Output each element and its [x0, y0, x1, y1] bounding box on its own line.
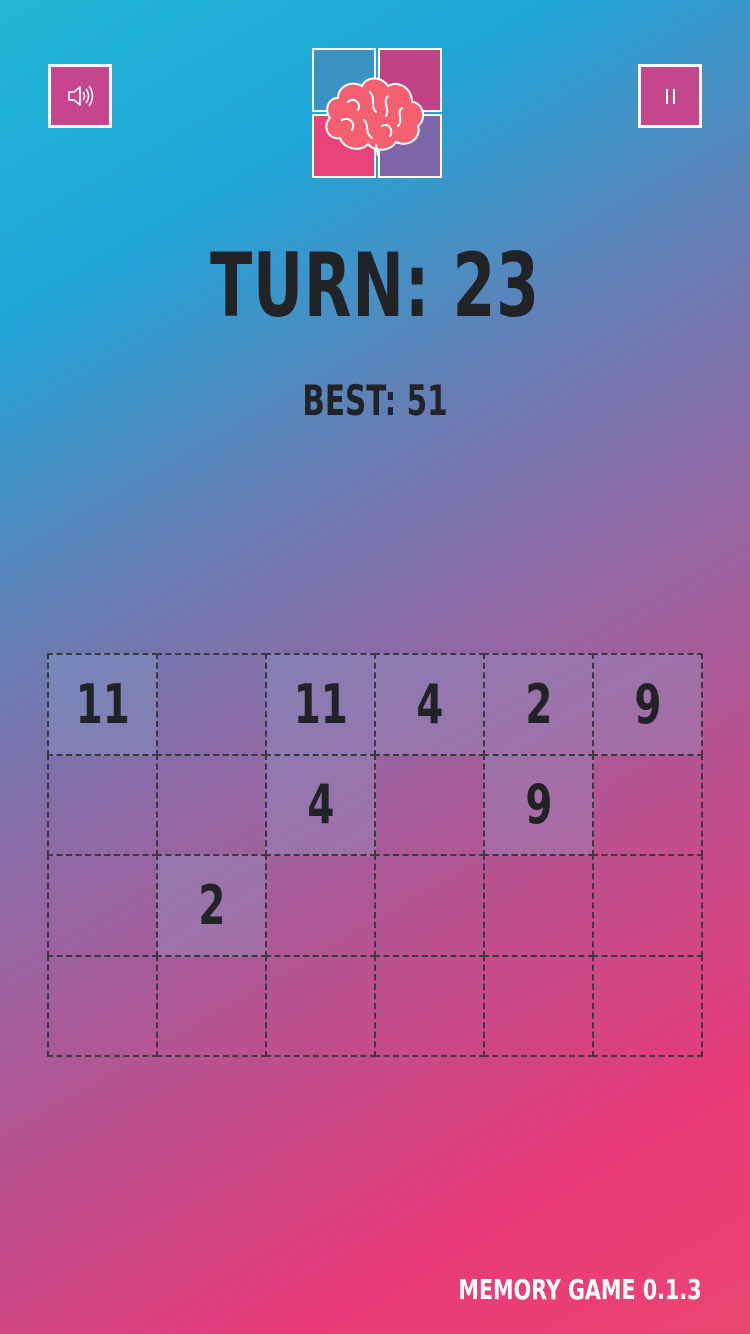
card-value: 2 [524, 672, 553, 736]
card-value: 11 [75, 672, 130, 736]
card-cell[interactable] [592, 753, 703, 856]
pause-icon [665, 88, 675, 104]
card-cell[interactable] [483, 954, 594, 1057]
best-score: BEST: 51 [302, 376, 448, 425]
card-cell[interactable]: 9 [483, 753, 594, 856]
card-cell[interactable]: 11 [47, 653, 158, 756]
card-value: 9 [524, 773, 553, 837]
card-cell[interactable] [156, 954, 267, 1057]
turn-counter: TURN: 23 [210, 234, 540, 337]
card-cell[interactable]: 9 [592, 653, 703, 756]
card-cell[interactable] [156, 653, 267, 756]
card-cell[interactable] [47, 753, 158, 856]
card-cell[interactable]: 2 [483, 653, 594, 756]
card-cell[interactable] [374, 854, 485, 957]
card-value: 4 [415, 672, 444, 736]
card-cell[interactable]: 2 [156, 854, 267, 957]
card-value: 11 [293, 672, 348, 736]
card-cell[interactable] [47, 854, 158, 957]
card-cell[interactable]: 4 [374, 653, 485, 756]
card-cell[interactable] [592, 854, 703, 957]
card-cell[interactable] [265, 954, 376, 1057]
card-value: 9 [633, 672, 662, 736]
card-value: 2 [197, 873, 226, 937]
game-logo [312, 48, 442, 178]
card-cell[interactable] [592, 954, 703, 1057]
card-cell[interactable] [265, 854, 376, 957]
pause-button[interactable] [638, 64, 702, 128]
card-value: 4 [306, 773, 335, 837]
card-cell[interactable] [156, 753, 267, 856]
card-cell[interactable] [483, 854, 594, 957]
sound-button[interactable] [48, 64, 112, 128]
version-label: MEMORY GAME 0.1.3 [458, 1273, 702, 1306]
card-cell[interactable] [374, 954, 485, 1057]
card-cell[interactable] [47, 954, 158, 1057]
card-cell[interactable]: 11 [265, 653, 376, 756]
card-grid: 11 11 4 2 9 4 9 2 [47, 653, 703, 1057]
card-cell[interactable] [374, 753, 485, 856]
card-cell[interactable]: 4 [265, 753, 376, 856]
brain-icon [325, 77, 425, 157]
speaker-volume-icon [68, 85, 94, 107]
